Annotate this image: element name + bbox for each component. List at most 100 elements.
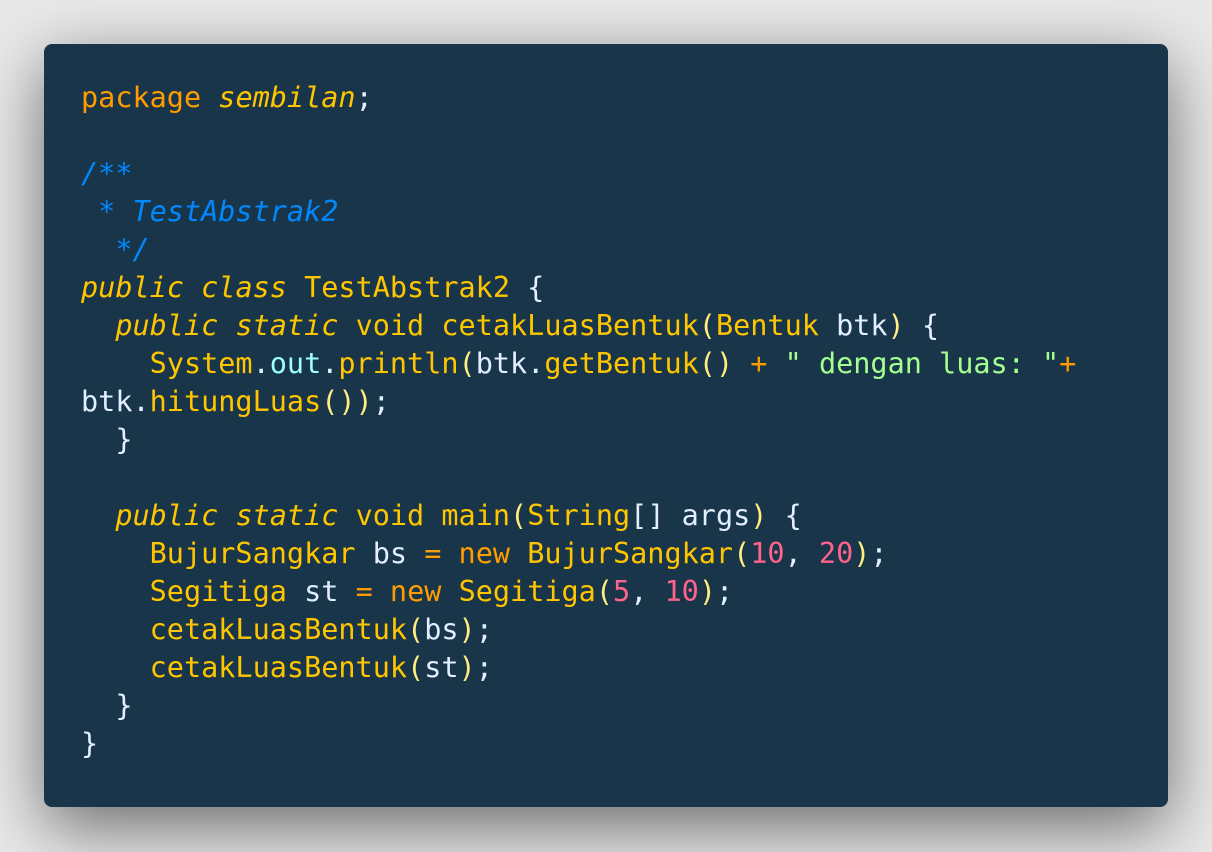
code-line: * TestAbstrak2 [81, 193, 1076, 231]
code-token-cls: Bentuk [715, 309, 819, 342]
code-token-op: + [1059, 347, 1077, 380]
code-line: } [81, 725, 1076, 763]
code-token-pr: ()) [321, 385, 373, 418]
code-token-pl: [] args [630, 499, 751, 532]
code-line: } [81, 687, 1076, 725]
code-line: public static void main(String[] args) { [81, 497, 1076, 535]
code-token-cls: void [355, 309, 425, 342]
code-token-pl: } [81, 423, 133, 456]
code-token-cm: */ [81, 233, 150, 266]
code-token-kwi: public [115, 499, 219, 532]
code-token-kw: new [389, 575, 442, 608]
code-token-pl: , [784, 537, 819, 570]
code-line: Segitiga st = new Segitiga(5, 10); [81, 573, 1076, 611]
code-token-cm: * TestAbstrak2 [81, 195, 339, 228]
code-token-pr: ( [698, 309, 716, 342]
code-token-kw: package [81, 81, 202, 114]
code-line: btk.hitungLuas()); [81, 383, 1076, 421]
code-token-pl: ; [355, 81, 373, 114]
code-token-pr: ( [407, 651, 425, 684]
code-token-pr: ( [733, 537, 751, 570]
code-line: } [81, 421, 1076, 459]
code-token-op: + [750, 347, 768, 380]
code-token-kwi: static [235, 309, 339, 342]
code-token-pl: . [252, 347, 270, 380]
code-token-num: 20 [818, 537, 854, 570]
code-token-cls: BujurSangkar [149, 537, 356, 570]
code-token-pkg: sembilan [218, 81, 356, 114]
code-token-fn: main [441, 499, 511, 532]
code-line: public static void cetakLuasBentuk(Bentu… [81, 307, 1076, 345]
code-token-kwi: public [81, 271, 184, 304]
code-block: package sembilan;/** * TestAbstrak2 */pu… [81, 79, 1076, 763]
code-token-cls: System [149, 347, 253, 380]
code-token-pl: bs [355, 537, 425, 570]
code-token-pl: { [904, 309, 940, 342]
code-token-pl: ; [475, 651, 493, 684]
code-token-pl: . [321, 347, 339, 380]
code-token-pl: ; [716, 575, 734, 608]
code-token-pr: ) [458, 651, 476, 684]
code-token-kwi: static [235, 499, 339, 532]
code-token-pl: } [81, 689, 133, 722]
code-token-pr: ) [853, 537, 871, 570]
code-token-num: 10 [664, 575, 699, 608]
code-token-pr: ( [595, 575, 614, 608]
code-token-op: = [424, 537, 442, 570]
code-line: */ [81, 231, 1076, 269]
code-window: package sembilan;/** * TestAbstrak2 */pu… [44, 44, 1168, 807]
code-token-kw: new [458, 537, 511, 570]
code-token-pr: ( [458, 347, 476, 380]
code-token-pl: btk. [475, 347, 545, 380]
code-token-pl: st [286, 575, 356, 608]
code-token-num: 5 [613, 575, 631, 608]
code-token-pl: { [510, 271, 545, 304]
code-token-cls: void [355, 499, 425, 532]
code-token-fn: BujurSangkar [527, 537, 734, 570]
code-token-op: = [355, 575, 373, 608]
code-token-pr: ( [510, 499, 528, 532]
code-token-pl: ; [372, 385, 390, 418]
code-line: public class TestAbstrak2 { [81, 269, 1076, 307]
code-line: /** [81, 155, 1076, 193]
code-token-cls: String [527, 499, 631, 532]
code-token-fn: cetakLuasBentuk [149, 613, 408, 646]
code-token-fn: println [338, 347, 459, 380]
code-line: cetakLuasBentuk(bs); [81, 611, 1076, 649]
code-token-pr: ( [407, 613, 425, 646]
code-token-fn: cetakLuasBentuk [441, 309, 699, 342]
code-token-str: " dengan luas: " [784, 347, 1060, 380]
code-token-fn: cetakLuasBentuk [149, 651, 408, 684]
code-token-kwi: class [201, 271, 287, 304]
code-token-pl: st [424, 651, 459, 684]
code-token-pl: btk [818, 309, 888, 342]
code-token-prop: out [269, 347, 322, 380]
code-token-pr: ) [750, 499, 768, 532]
code-line: BujurSangkar bs = new BujurSangkar(10, 2… [81, 535, 1076, 573]
code-token-pr: ) [698, 575, 717, 608]
code-token-pl: ; [870, 537, 888, 570]
code-token-pr: () [698, 347, 734, 380]
